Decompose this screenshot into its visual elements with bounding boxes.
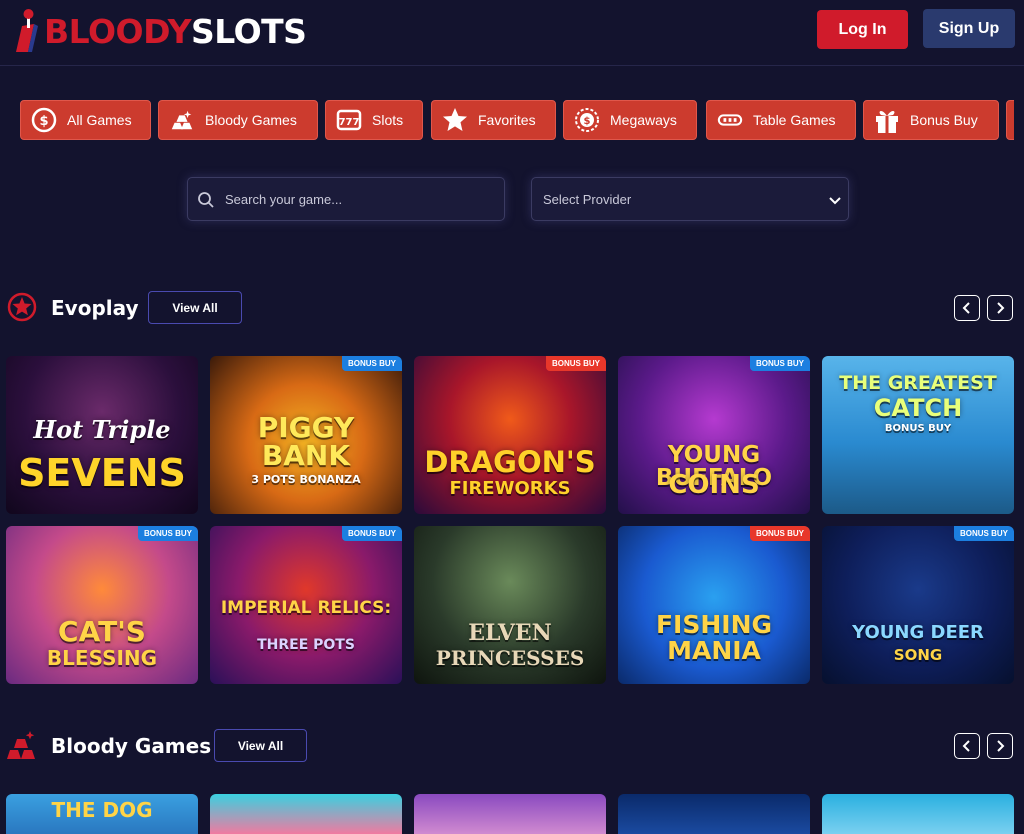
category-bar: $ All Games Bloody Games 777 Slots Favor… bbox=[20, 100, 1014, 140]
chevron-left-icon bbox=[962, 740, 970, 752]
game-tile[interactable]: BONUS BUY YOUNG BUFFALO COINS bbox=[618, 356, 810, 514]
gift-icon bbox=[874, 107, 900, 133]
category-label: Slots bbox=[372, 112, 404, 128]
svg-text:777: 777 bbox=[339, 117, 360, 128]
game-subtitle: THREE POTS bbox=[257, 637, 355, 653]
chevron-right-icon bbox=[997, 740, 1005, 752]
bonus-buy-badge: BONUS BUY bbox=[341, 356, 402, 371]
game-tile[interactable]: BONUS BUY CAT'S BLESSING bbox=[6, 526, 198, 684]
game-title: FISHING bbox=[655, 610, 773, 639]
game-title: ELVEN bbox=[468, 620, 552, 646]
chips-icon bbox=[717, 107, 743, 133]
game-title: PIGGY BANK bbox=[257, 411, 355, 472]
chevron-down-icon bbox=[828, 193, 842, 211]
game-tile[interactable]: Hot Triple SEVENS bbox=[6, 356, 198, 514]
category-overflow[interactable] bbox=[1006, 100, 1014, 140]
logo-text-slots: SLOTS bbox=[191, 11, 307, 51]
game-tile[interactable] bbox=[210, 794, 402, 834]
game-tile[interactable]: BONUS BUY DRAGON'S FIREWORKS bbox=[414, 356, 606, 514]
game-tile[interactable]: THE GREATEST CATCH BONUS BUY bbox=[822, 356, 1014, 514]
game-title: Hot Triple bbox=[33, 415, 171, 444]
game-subtitle: COINS bbox=[668, 470, 760, 500]
search-icon bbox=[197, 191, 215, 214]
category-favorites[interactable]: Favorites bbox=[431, 100, 556, 140]
chevron-right-icon bbox=[997, 302, 1005, 314]
category-label: All Games bbox=[67, 112, 132, 128]
site-logo[interactable]: BLOODYSLOTS bbox=[12, 4, 307, 58]
game-tile[interactable]: BONUS BUY PIGGY BANK 3 POTS BONANZA bbox=[210, 356, 402, 514]
section-title: Bloody Games bbox=[51, 734, 212, 758]
view-all-button[interactable]: View All bbox=[148, 291, 242, 324]
game-title: YOUNG DEER bbox=[852, 622, 984, 643]
game-tile[interactable]: ELVEN PRINCESSES bbox=[414, 526, 606, 684]
coin-icon: $ bbox=[31, 107, 57, 133]
evoplay-star-icon bbox=[7, 292, 37, 327]
site-header: BLOODYSLOTS Log In Sign Up bbox=[0, 0, 1024, 66]
category-bonus-buy[interactable]: Bonus Buy bbox=[863, 100, 999, 140]
game-tile[interactable] bbox=[822, 794, 1014, 834]
section-title: Evoplay bbox=[51, 296, 139, 320]
signup-button[interactable]: Sign Up bbox=[923, 9, 1015, 48]
gold-bars-icon bbox=[169, 107, 195, 133]
logo-text-bloody: BLOODY bbox=[44, 11, 192, 51]
logo-text: BLOODYSLOTS bbox=[44, 11, 307, 51]
category-label: Megaways bbox=[610, 112, 677, 128]
bonus-buy-badge: BONUS BUY bbox=[545, 356, 606, 371]
game-tile[interactable]: BONUS BUY IMPERIAL RELICS: THREE POTS bbox=[210, 526, 402, 684]
game-subtitle: CATCH bbox=[873, 394, 963, 422]
login-button[interactable]: Log In bbox=[817, 10, 908, 49]
bonus-buy-badge: BONUS BUY bbox=[341, 526, 402, 541]
category-label: Bonus Buy bbox=[910, 112, 978, 128]
game-subtitle: SEVENS bbox=[18, 451, 186, 495]
category-slots[interactable]: 777 Slots bbox=[325, 100, 423, 140]
slot-machine-icon: 777 bbox=[336, 107, 362, 133]
category-bloody-games[interactable]: Bloody Games bbox=[158, 100, 318, 140]
search-field[interactable]: Search your game... bbox=[187, 177, 505, 221]
game-subtitle: FIREWORKS bbox=[449, 478, 571, 499]
game-title: THE GREATEST bbox=[839, 372, 997, 394]
game-subtitle: PRINCESSES bbox=[435, 646, 585, 670]
category-megaways[interactable]: $ Megaways bbox=[563, 100, 697, 140]
game-title: IMPERIAL RELICS: bbox=[220, 598, 392, 618]
game-title: CAT'S bbox=[58, 615, 146, 648]
game-title: DRAGON'S bbox=[424, 445, 596, 479]
star-icon bbox=[442, 107, 468, 133]
carousel-next-button[interactable] bbox=[987, 295, 1013, 321]
gold-bars-icon bbox=[4, 729, 38, 766]
game-subtitle: MANIA bbox=[667, 636, 761, 665]
carousel-next-button[interactable] bbox=[987, 733, 1013, 759]
game-tile[interactable] bbox=[618, 794, 810, 834]
view-all-button[interactable]: View All bbox=[214, 729, 307, 762]
game-tile[interactable]: BONUS BUY FISHING MANIA bbox=[618, 526, 810, 684]
game-tile[interactable] bbox=[414, 794, 606, 834]
game-tag: BONUS BUY bbox=[884, 423, 952, 434]
game-subtitle: BLESSING bbox=[46, 646, 158, 670]
category-table-games[interactable]: Table Games bbox=[706, 100, 856, 140]
bonus-buy-badge: BONUS BUY bbox=[749, 526, 810, 541]
dollar-coin-icon: $ bbox=[574, 107, 600, 133]
game-subtitle: SONG bbox=[893, 646, 943, 664]
svg-text:$: $ bbox=[39, 114, 48, 129]
game-tile[interactable]: THE DOG bbox=[6, 794, 198, 834]
svg-text:$: $ bbox=[584, 116, 591, 127]
carousel-prev-button[interactable] bbox=[954, 733, 980, 759]
chevron-left-icon bbox=[962, 302, 970, 314]
category-label: Table Games bbox=[753, 112, 836, 128]
category-all-games[interactable]: $ All Games bbox=[20, 100, 151, 140]
category-label: Favorites bbox=[478, 112, 536, 128]
game-tile[interactable]: BONUS BUY YOUNG DEER SONG bbox=[822, 526, 1014, 684]
category-label: Bloody Games bbox=[205, 112, 297, 128]
game-title: THE DOG bbox=[51, 798, 153, 822]
logo-joystick-icon bbox=[12, 8, 42, 54]
bonus-buy-badge: BONUS BUY bbox=[749, 356, 810, 371]
search-placeholder: Search your game... bbox=[225, 192, 343, 207]
bonus-buy-badge: BONUS BUY bbox=[137, 526, 198, 541]
bonus-buy-badge: BONUS BUY bbox=[953, 526, 1014, 541]
carousel-prev-button[interactable] bbox=[954, 295, 980, 321]
provider-select-value: Select Provider bbox=[543, 192, 632, 207]
game-subtitle: 3 POTS BONANZA bbox=[251, 473, 361, 486]
provider-select[interactable]: Select Provider bbox=[531, 177, 849, 221]
